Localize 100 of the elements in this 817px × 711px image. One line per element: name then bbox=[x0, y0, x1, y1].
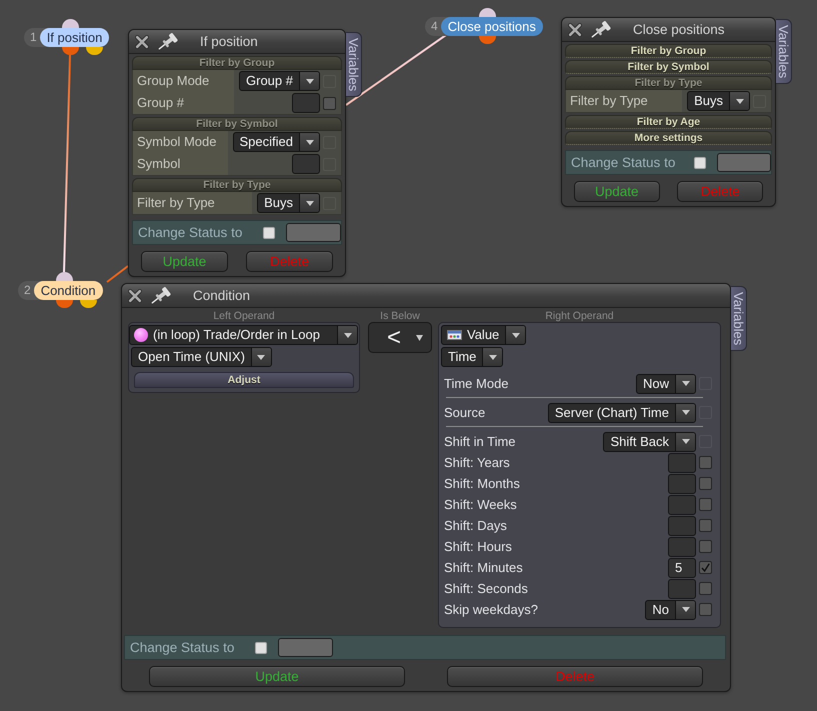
update-button[interactable]: Update bbox=[140, 251, 228, 272]
checkbox[interactable] bbox=[699, 519, 712, 532]
field-label: Shift: Hours bbox=[444, 538, 513, 556]
input-port-icon[interactable] bbox=[479, 8, 496, 17]
output-port-icon[interactable] bbox=[479, 36, 496, 44]
panel-title: If position bbox=[200, 34, 258, 49]
dot-icon bbox=[134, 328, 148, 342]
caret-icon[interactable] bbox=[299, 72, 319, 90]
dropdown[interactable]: Group # bbox=[239, 71, 320, 91]
section-header[interactable]: Filter by Age bbox=[565, 115, 772, 129]
operator-dropdown[interactable]: < bbox=[368, 322, 432, 353]
close-icon[interactable] bbox=[128, 288, 142, 302]
caret-icon[interactable] bbox=[299, 133, 319, 151]
node-label[interactable]: Condition bbox=[34, 281, 103, 300]
pushpin-icon[interactable] bbox=[156, 32, 180, 52]
input-port-icon[interactable] bbox=[56, 272, 73, 281]
update-button[interactable]: Update bbox=[148, 666, 406, 687]
status-field[interactable] bbox=[716, 153, 771, 172]
checkbox[interactable] bbox=[699, 582, 712, 595]
caret-icon[interactable] bbox=[675, 404, 695, 422]
dropdown[interactable]: Now bbox=[636, 374, 696, 394]
field-label: Shift: Days bbox=[444, 517, 508, 535]
variables-tab[interactable]: Variables bbox=[731, 286, 747, 352]
caret-icon[interactable] bbox=[675, 374, 695, 392]
column-heading: Is Below bbox=[380, 310, 420, 322]
field-label: Symbol Mode bbox=[133, 131, 228, 153]
section-header[interactable]: Filter by Symbol bbox=[565, 60, 772, 74]
pushpin-icon[interactable] bbox=[589, 20, 613, 40]
checkbox[interactable] bbox=[263, 226, 275, 238]
caret-icon[interactable] bbox=[337, 326, 357, 344]
field-label: Symbol bbox=[133, 153, 228, 175]
connector-line bbox=[106, 265, 129, 283]
output-port-icon[interactable] bbox=[62, 47, 79, 55]
input-field[interactable] bbox=[668, 474, 696, 494]
section-header[interactable]: More settings bbox=[565, 131, 772, 145]
pushpin-icon[interactable] bbox=[149, 286, 173, 306]
input-field[interactable] bbox=[292, 93, 320, 113]
status-field[interactable] bbox=[278, 638, 333, 657]
field-label: Group # bbox=[133, 92, 234, 114]
close-icon[interactable] bbox=[568, 22, 582, 36]
checkbox[interactable] bbox=[699, 603, 712, 616]
title-bar[interactable]: Condition bbox=[122, 284, 730, 308]
input-field[interactable] bbox=[668, 452, 696, 472]
node-label[interactable]: If position bbox=[40, 28, 110, 47]
dropdown[interactable]: Server (Chart) Time bbox=[548, 402, 696, 422]
caret-icon[interactable] bbox=[729, 92, 749, 110]
status-field[interactable] bbox=[286, 223, 341, 242]
update-button[interactable]: Update bbox=[574, 181, 660, 202]
dropdown[interactable]: Shift Back bbox=[603, 432, 696, 452]
checkbox[interactable] bbox=[699, 540, 712, 553]
field-label: Shift: Years bbox=[444, 454, 511, 472]
caret-icon[interactable] bbox=[250, 348, 271, 366]
section-header[interactable]: Filter by Group bbox=[565, 44, 772, 58]
checkbox[interactable] bbox=[694, 156, 706, 168]
variables-tab[interactable]: Variables bbox=[346, 32, 362, 98]
variables-tab[interactable]: Variables bbox=[776, 19, 792, 84]
caret-icon[interactable] bbox=[416, 334, 423, 340]
output-port-icon[interactable] bbox=[56, 300, 73, 308]
input-field[interactable] bbox=[668, 578, 696, 598]
caret-icon[interactable] bbox=[675, 600, 695, 618]
dropdown[interactable]: Specified bbox=[232, 132, 320, 152]
field-label: Filter by Type bbox=[133, 192, 252, 214]
field-label: Shift: Minutes bbox=[444, 559, 524, 577]
status-label: Change Status to bbox=[571, 155, 676, 170]
input-field[interactable] bbox=[668, 516, 696, 536]
field-label: Shift: Weeks bbox=[444, 496, 518, 514]
dropdown[interactable]: (in loop) Trade/Order in Loop bbox=[129, 325, 358, 345]
checkbox[interactable] bbox=[699, 456, 712, 469]
output-port-icon[interactable] bbox=[86, 47, 103, 55]
close-icon[interactable] bbox=[135, 34, 149, 48]
dropdown[interactable]: No bbox=[645, 600, 696, 620]
input-field[interactable] bbox=[668, 494, 696, 514]
dropdown[interactable]: Open Time (UNIX) bbox=[131, 347, 272, 367]
title-bar[interactable]: Close positions bbox=[562, 18, 775, 42]
dropdown[interactable]: Buys bbox=[687, 91, 750, 111]
caret-icon[interactable] bbox=[675, 432, 695, 450]
panel-title: Close positions bbox=[633, 22, 725, 37]
adjust-button[interactable]: Adjust bbox=[134, 372, 354, 388]
checkbox[interactable] bbox=[699, 477, 712, 490]
dropdown[interactable]: Time bbox=[441, 347, 504, 367]
checkbox[interactable] bbox=[255, 642, 267, 654]
checkbox[interactable] bbox=[323, 96, 336, 110]
status-label: Change Status to bbox=[138, 225, 244, 240]
input-field[interactable] bbox=[668, 536, 696, 556]
caret-icon[interactable] bbox=[299, 194, 319, 212]
output-port-icon[interactable] bbox=[80, 300, 97, 308]
field-label: Time Mode bbox=[444, 375, 510, 393]
dropdown[interactable]: Buys bbox=[257, 193, 320, 213]
status-label: Change Status to bbox=[130, 640, 236, 655]
node-label[interactable]: Close positions bbox=[440, 17, 543, 36]
checkbox[interactable] bbox=[699, 561, 712, 574]
input-field[interactable]: 5 bbox=[668, 558, 696, 578]
checkbox[interactable] bbox=[699, 498, 712, 511]
caret-icon[interactable] bbox=[505, 326, 526, 344]
title-bar[interactable]: If position bbox=[129, 30, 345, 54]
field-label: Skip weekdays? bbox=[444, 601, 539, 619]
caret-icon[interactable] bbox=[482, 348, 502, 366]
input-port-icon[interactable] bbox=[62, 19, 79, 28]
dropdown[interactable]: Value bbox=[441, 325, 526, 345]
input-field[interactable] bbox=[292, 154, 320, 174]
